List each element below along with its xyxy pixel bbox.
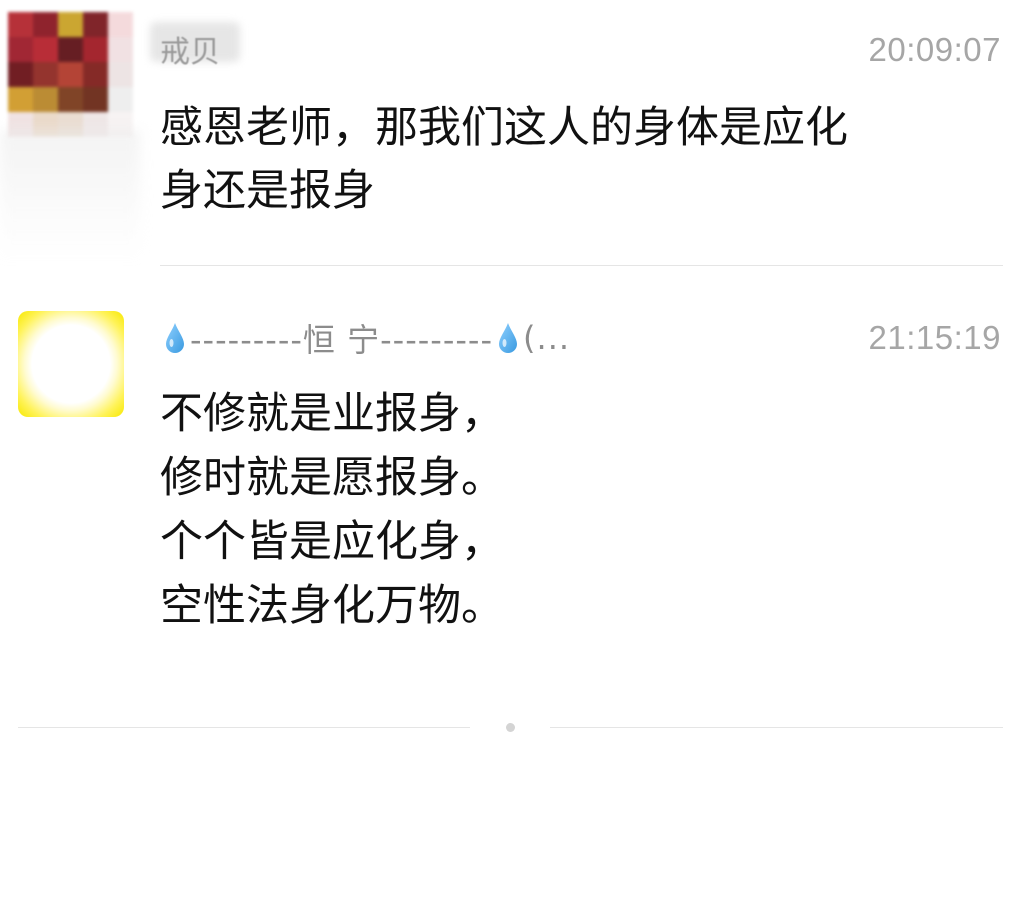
message-line: 感恩老师，那我们这人的身体是应化 xyxy=(160,103,848,153)
message-divider xyxy=(160,265,1003,266)
message-text[interactable]: 感恩老师，那我们这人的身体是应化 身还是报身 xyxy=(160,97,848,223)
avatar-pixel xyxy=(108,62,133,87)
avatar-pixel xyxy=(108,87,133,112)
message-line: 修时就是愿报身。 xyxy=(160,453,504,503)
avatar-pixel xyxy=(8,37,33,62)
message-line: 身还是报身 xyxy=(160,166,375,216)
sender-name[interactable]: ---------恒 宁--------- (... xyxy=(164,318,574,359)
message-line: 不修就是业报身， xyxy=(160,389,504,439)
avatar-pixel xyxy=(58,87,83,112)
avatar-pixel xyxy=(108,37,133,62)
avatar-pixel xyxy=(33,87,58,112)
avatar-pixel xyxy=(83,37,108,62)
avatar-pixel xyxy=(58,37,83,62)
avatar-pixel xyxy=(108,12,133,37)
water-drop-icon xyxy=(166,323,184,353)
avatar-pixel xyxy=(33,12,58,37)
page-divider-left xyxy=(18,727,470,728)
avatar-pixel xyxy=(58,62,83,87)
avatar-pixel xyxy=(83,62,108,87)
water-drop-icon xyxy=(499,323,518,353)
page-divider-right xyxy=(550,727,1003,728)
avatar[interactable] xyxy=(18,311,124,417)
avatar[interactable] xyxy=(8,12,133,137)
message-time: 21:15:19 xyxy=(868,319,1001,356)
avatar-pixel xyxy=(33,62,58,87)
avatar-shadow xyxy=(0,130,140,260)
sender-name[interactable]: 戒贝 xyxy=(160,36,220,70)
chat-screen: 戒贝 20:09:07 感恩老师，那我们这人的身体是应化 身还是报身 -----… xyxy=(0,0,1011,903)
message-line: 空性法身化万物。 xyxy=(160,581,504,631)
message-line: 个个皆是应化身， xyxy=(160,517,504,567)
avatar-pixel xyxy=(33,37,58,62)
message-text[interactable]: 不修就是业报身， 修时就是愿报身。 个个皆是应化身， 空性法身化万物。 xyxy=(160,382,504,638)
avatar-pixel xyxy=(8,12,33,37)
message-time: 20:09:07 xyxy=(868,31,1001,68)
avatar-pixel xyxy=(83,87,108,112)
sender-name-text: ---------恒 宁--------- xyxy=(190,321,494,359)
sender-name-suffix: (... xyxy=(523,319,571,357)
avatar-pixel xyxy=(8,62,33,87)
avatar-pixel xyxy=(58,12,83,37)
page-indicator-dot xyxy=(506,723,515,732)
avatar-pixel xyxy=(83,12,108,37)
avatar-pixel xyxy=(8,87,33,112)
